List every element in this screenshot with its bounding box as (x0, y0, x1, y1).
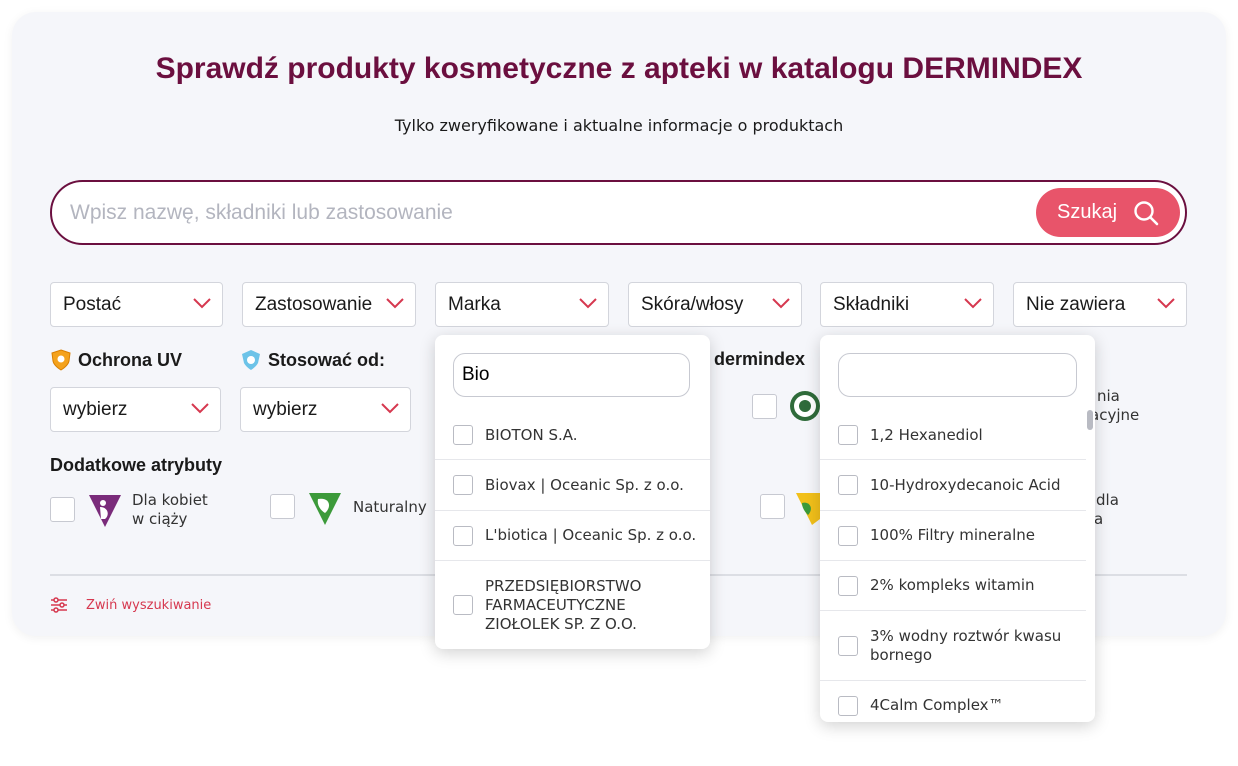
pregnant-checkbox[interactable] (50, 497, 75, 522)
filter-label: Marka (448, 293, 501, 315)
brand-dropdown: BIOTON S.A. Biovax | Oceanic Sp. z o.o. … (435, 335, 710, 649)
age-select[interactable]: wybierz (240, 387, 411, 432)
brand-search-input[interactable] (453, 353, 690, 397)
option-checkbox[interactable] (453, 475, 473, 495)
ingredients-dropdown: 1,2 Hexanediol 10-Hydroxydecanoic Acid 1… (820, 335, 1095, 722)
ingredient-option[interactable]: 3% wodny roztwór kwasu bornego (820, 610, 1086, 680)
search-input[interactable] (70, 194, 1030, 232)
brand-option[interactable]: PRZEDSIĘBIORSTWO FARMACEUTYCZNE ZIOŁOLEK… (435, 560, 710, 649)
filter-label: Składniki (833, 293, 910, 315)
collapse-search-label: Zwiń wyszukiwanie (86, 597, 212, 613)
collapse-search-button[interactable]: Zwiń wyszukiwanie (50, 596, 211, 614)
brand-option[interactable]: BIOTON S.A. (435, 410, 710, 460)
certificate-icon (790, 391, 820, 421)
dermindex-heading: dermindex (714, 349, 805, 370)
chevron-down-icon (193, 298, 211, 309)
option-checkbox[interactable] (453, 425, 473, 445)
sliders-icon (51, 597, 67, 613)
pregnant-label: Dla kobiet w ciąży (132, 491, 208, 528)
chevron-down-icon (191, 403, 209, 414)
dermindex-partial-line2: acyjne (1090, 406, 1140, 424)
extra-partial-line2: a (1094, 510, 1104, 528)
chevron-down-icon (964, 298, 982, 309)
pregnant-icon (89, 495, 121, 527)
option-checkbox[interactable] (838, 525, 858, 546)
option-label: BIOTON S.A. (485, 425, 578, 444)
extra-attributes-heading: Dodatkowe atrybuty (50, 455, 222, 476)
dermindex-label: dermindex (714, 349, 806, 369)
baby-icon (242, 350, 260, 370)
ingredients-search-input[interactable] (838, 353, 1077, 397)
option-label: 2% kompleks witamin (870, 576, 1035, 594)
select-value: wybierz (63, 398, 128, 420)
option-label: 100% Filtry mineralne (870, 526, 1035, 544)
filter-label: Zastosowanie (255, 293, 373, 315)
chevron-down-icon (772, 298, 790, 309)
ingredient-option[interactable]: 10-Hydroxydecanoic Acid (820, 459, 1086, 510)
ingredient-option[interactable]: 2% kompleks witamin (820, 560, 1086, 610)
option-label: 3% wodny roztwór kwasu bornego (870, 626, 1062, 664)
option-label: L'biotica | Oceanic Sp. z o.o. (485, 526, 697, 544)
page-subtitle: Tylko zweryfikowane i aktualne informacj… (394, 116, 844, 135)
option-label: 1,2 Hexanediol (870, 425, 983, 444)
option-checkbox[interactable] (838, 575, 858, 596)
extra-attributes-label: Dodatkowe atrybuty (50, 455, 223, 475)
chevron-down-icon (381, 403, 399, 414)
select-value: wybierz (253, 398, 318, 420)
filter-zastosowanie[interactable]: Zastosowanie (242, 282, 416, 327)
scrollbar-thumb[interactable] (1087, 410, 1093, 430)
option-checkbox[interactable] (838, 425, 858, 445)
filter-postac[interactable]: Postać (50, 282, 223, 327)
age-heading: Stosować od: (240, 349, 385, 371)
uv-protection-label: Ochrona UV (78, 349, 183, 370)
sun-shield-icon (51, 349, 71, 371)
option-label: PRZEDSIĘBIORSTWO FARMACEUTYCZNE ZIOŁOLEK… (485, 576, 642, 633)
brand-option[interactable]: Biovax | Oceanic Sp. z o.o. (435, 459, 710, 510)
filter-label: Postać (63, 293, 122, 315)
age-label: Stosować od: (268, 349, 386, 370)
extra-partial-line1: dla (1096, 491, 1119, 509)
partial-badge-icon (796, 493, 820, 525)
option-checkbox[interactable] (453, 595, 473, 615)
page-title: Sprawdź produkty kosmetyczne z apteki w … (155, 52, 1083, 85)
dermindex-checkbox[interactable] (752, 394, 777, 419)
option-label: 10-Hydroxydecanoic Acid (870, 475, 1061, 494)
filter-skladniki[interactable]: Składniki (820, 282, 994, 327)
leaf-icon (309, 493, 341, 525)
chevron-down-icon (386, 298, 404, 309)
filter-nie-zawiera[interactable]: Nie zawiera (1013, 282, 1187, 327)
brand-option[interactable]: L'biotica | Oceanic Sp. z o.o. (435, 510, 710, 560)
option-checkbox[interactable] (838, 696, 858, 716)
search-button[interactable]: Szukaj (1036, 188, 1180, 237)
dermindex-partial-line1: nia (1097, 387, 1120, 405)
filter-label: Nie zawiera (1026, 293, 1126, 315)
ingredient-option[interactable]: 100% Filtry mineralne (820, 510, 1086, 560)
extra-checkbox-hidden[interactable] (760, 494, 785, 519)
search-button-label: Szukaj (1056, 201, 1118, 223)
natural-label: Naturalny (353, 498, 427, 516)
natural-checkbox[interactable] (270, 494, 295, 519)
filter-label: Skóra/włosy (641, 293, 744, 315)
option-checkbox[interactable] (838, 635, 858, 656)
search-bar: Szukaj (50, 180, 1187, 245)
option-checkbox[interactable] (453, 525, 473, 546)
ingredient-option[interactable]: 4Calm Complex™ (820, 680, 1086, 722)
chevron-down-icon (1157, 298, 1175, 309)
search-icon (1134, 200, 1159, 225)
uv-protection-select[interactable]: wybierz (50, 387, 221, 432)
option-checkbox[interactable] (838, 475, 858, 495)
filter-marka[interactable]: Marka (435, 282, 609, 327)
ingredient-option[interactable]: 1,2 Hexanediol (820, 410, 1086, 460)
option-label: 4Calm Complex™ (870, 696, 1004, 714)
chevron-down-icon (579, 298, 597, 309)
option-label: Biovax | Oceanic Sp. z o.o. (485, 475, 684, 494)
uv-protection-heading: Ochrona UV (50, 349, 182, 371)
filter-skora-wlosy[interactable]: Skóra/włosy (628, 282, 802, 327)
